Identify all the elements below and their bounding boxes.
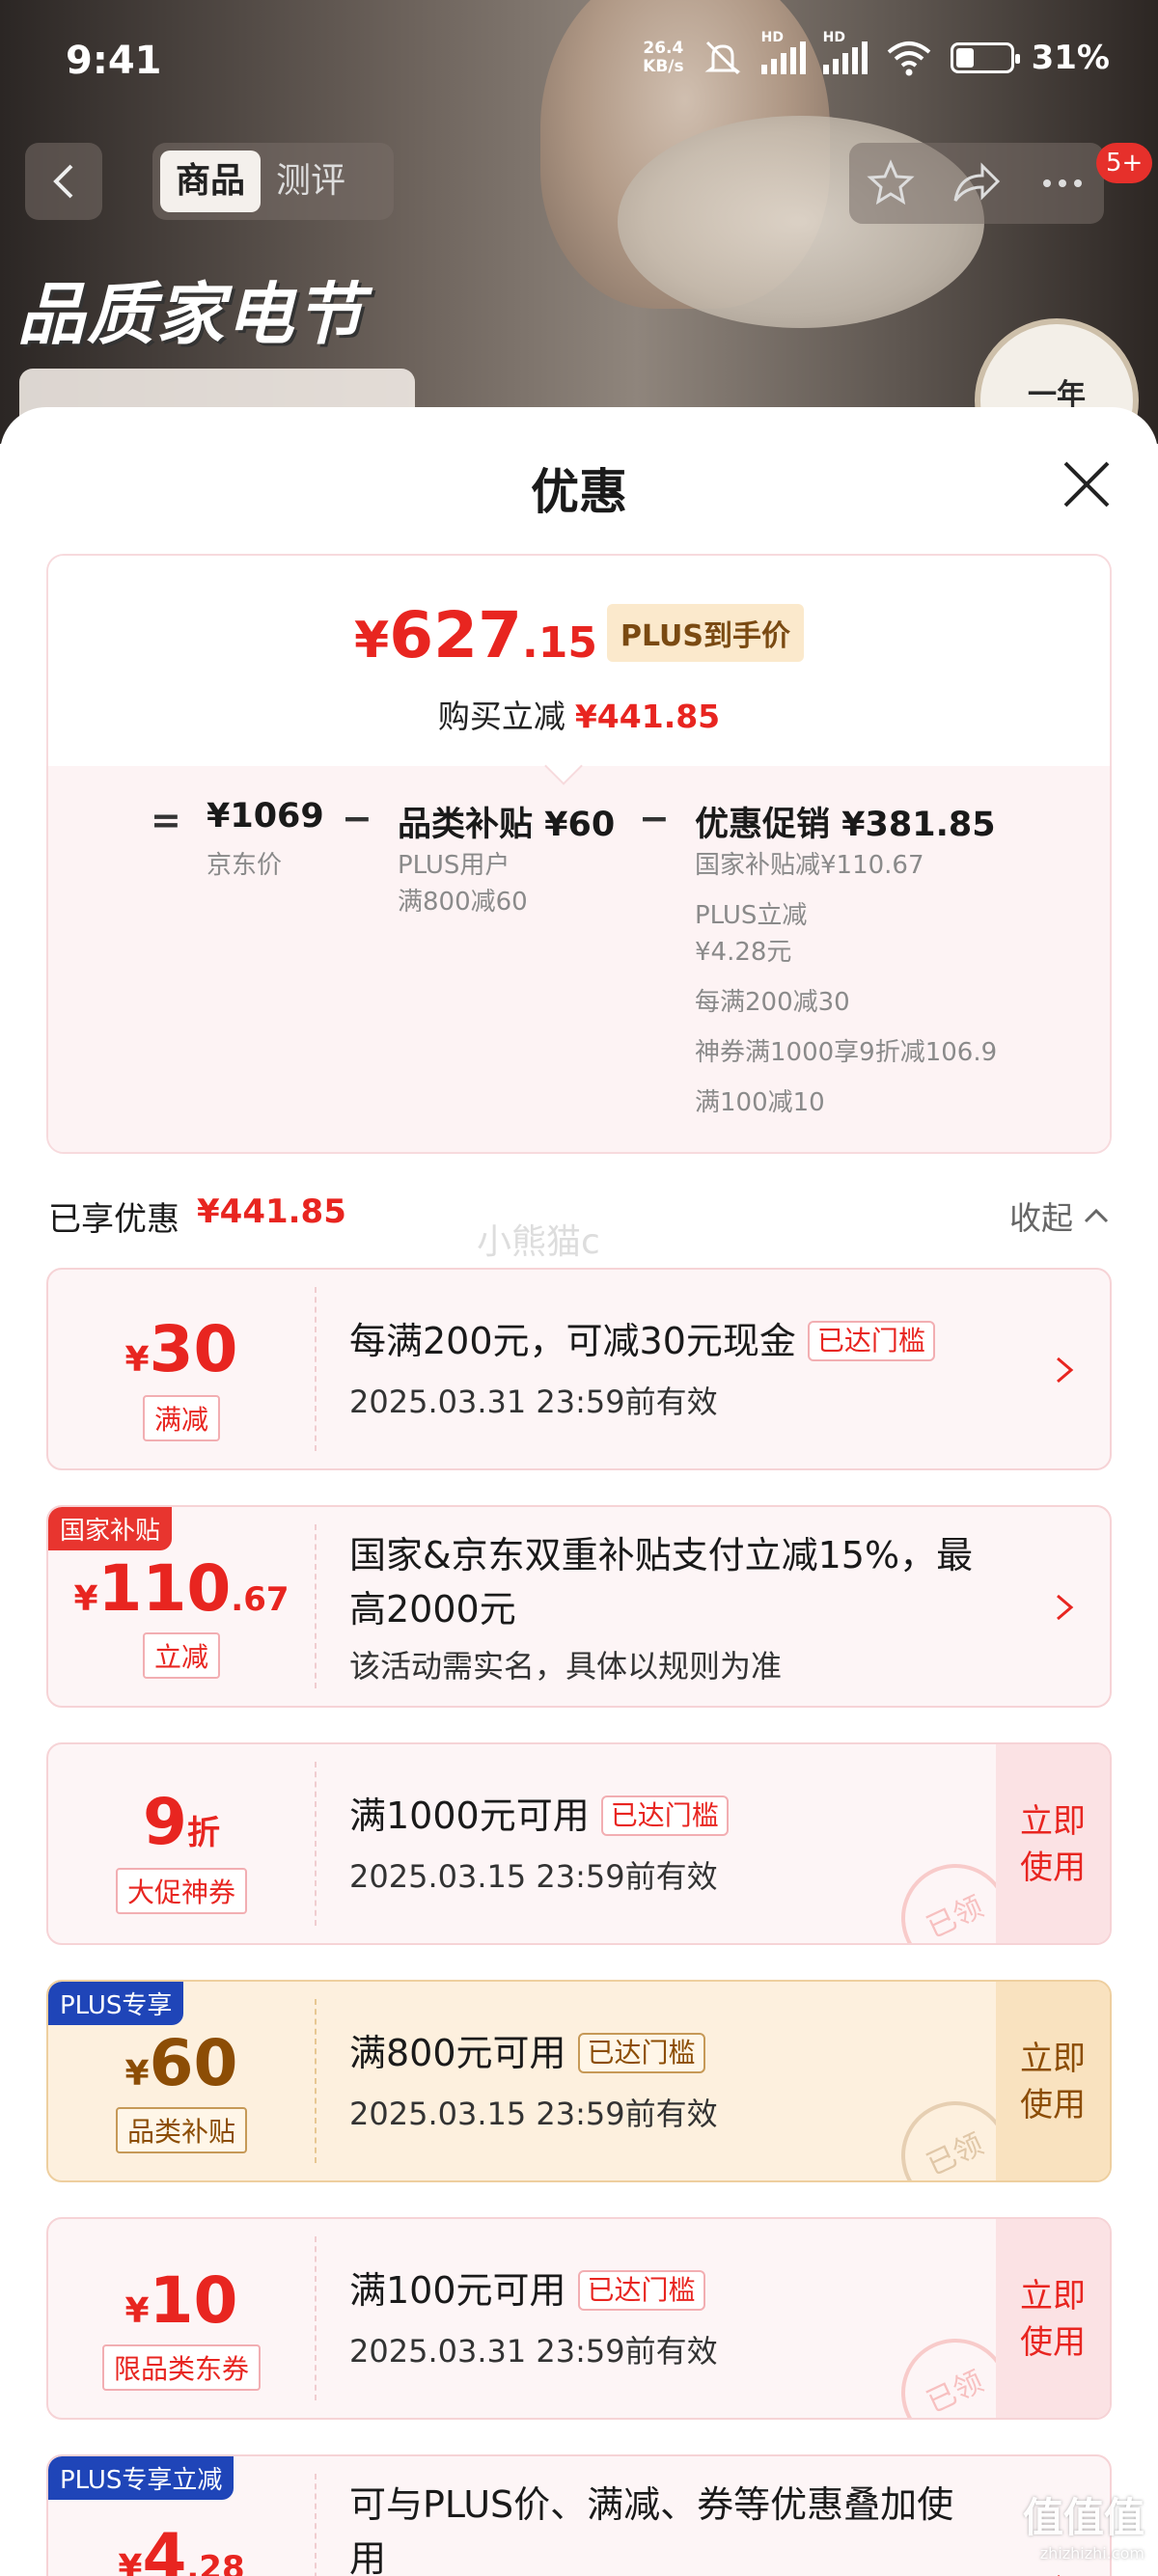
status-time: 9:41 [66,39,162,83]
promo-line: ¥4.28元 [695,938,792,967]
share-icon[interactable] [950,158,1004,208]
coupon-card[interactable]: 国家补贴 ¥110.67 立减 国家&京东双重补贴支付立减15%，最 高2000… [46,1505,1112,1708]
threshold-badge: 已达门槛 [577,2033,705,2073]
minus-sign: − [639,797,670,839]
price-summary-card: ¥627.15 PLUS到手价 购买立减 ¥441.85 = ¥1069 京东价 … [46,554,1112,1154]
discount-sheet: 优惠 ¥627.15 PLUS到手价 购买立减 ¥441.85 = ¥1069 京… [0,407,1158,2576]
promo-total: 优惠促销 ¥381.85 [695,806,996,844]
jd-price-label: 京东价 [207,851,283,880]
close-icon[interactable] [1058,455,1116,513]
tab-review[interactable]: 测评 [261,151,361,212]
use-now-button[interactable]: 立即 使用 [996,1982,1110,2180]
tab-product[interactable]: 商品 [160,151,262,212]
sheet-title: 优惠 [531,464,627,520]
coupon-card[interactable]: PLUS专享立减 ¥4.28 可与PLUS价、满减、券等优惠叠加使 用 [46,2454,1112,2576]
chevron-left-icon [53,164,73,199]
coupon-type-tag: 品类补贴 [115,2107,248,2153]
promo-line: 满100减10 [695,1088,825,1117]
jd-price: ¥1069 [207,797,324,836]
coupon-title: 国家&京东双重补贴支付立减15%，最 高2000元 [349,1534,974,1631]
final-price: ¥627.15 [354,598,597,672]
chevron-right-icon[interactable] [1054,1592,1075,1623]
enjoyed-amount: ¥441.85 [197,1192,346,1231]
more-icon[interactable] [1037,158,1088,208]
chevron-right-icon[interactable] [1054,1355,1075,1385]
threshold-badge: 已达门槛 [600,1795,729,1836]
coupon-amount: ¥4.28 [118,2520,245,2576]
use-now-button[interactable]: 立即 使用 [996,1744,1110,1943]
purchase-reduction: 购买立减 ¥441.85 [437,698,721,735]
minus-sign: − [342,797,372,839]
coupon-title: 满100元可用 已达门槛 [349,2263,705,2317]
final-price-row: ¥627.15 PLUS到手价 [48,598,1110,673]
coupon-amount: 9折 [143,1785,220,1859]
coupon-title: 满1000元可用 已达门槛 [349,1789,729,1843]
coupon-type-tag: 大促神券 [115,1868,248,1914]
promo-line: 神券满1000享9折减106.9 [695,1038,998,1067]
category-subsidy-line: 满800减60 [398,888,528,917]
threshold-badge: 已达门槛 [807,1321,935,1361]
plus-price-tag: PLUS到手价 [606,604,804,662]
coupon-title: 可与PLUS价、满减、券等优惠叠加使 用 [349,2483,954,2576]
promo-line: 国家补贴减¥110.67 [695,851,924,880]
coupon-amount: ¥60 [124,2026,238,2100]
coupon-type-tag: 满减 [142,1395,221,1441]
enjoyed-label: 已享优惠 [48,1200,179,1239]
chevron-right-icon[interactable] [1054,2572,1075,2576]
battery-percent: 31% [1031,39,1110,77]
coupon-amount: ¥30 [124,1312,238,1386]
promo-line: PLUS立减 [695,901,808,930]
collapse-button[interactable]: 收起 [1009,1192,1110,1239]
coupon-amount: ¥10 [124,2263,238,2338]
coupon-title: 满800元可用 已达门槛 [349,2026,705,2080]
site-watermark-logo: 值值值 zhizhizhi.com [1022,2494,1144,2562]
coupon-card[interactable]: 9折 大促神券 满1000元可用 已达门槛 2025.03.15 23:59前有效… [46,1742,1112,1945]
coupon-amount: ¥110.67 [73,1551,290,1626]
battery-icon [950,42,1020,73]
coupon-card[interactable]: ¥10 限品类东券 满100元可用 已达门槛 2025.03.31 23:59前有… [46,2217,1112,2420]
back-button[interactable] [25,143,102,220]
coupon-validity: 2025.03.15 23:59前有效 [349,1858,718,1895]
equals-sign: = [151,799,181,841]
coupon-note: 该活动需实名，具体以规则为准 [349,1648,783,1685]
mute-bell-icon [704,41,741,75]
network-speed: 26.4 KB/s [643,39,684,76]
chevron-up-icon [1084,1208,1109,1223]
coupon-validity: 2025.03.15 23:59前有效 [349,2096,718,2132]
use-now-button[interactable]: 立即 使用 [996,2219,1110,2418]
promo-line: 每满200减30 [695,988,850,1017]
signal-strength-icon-1: HD [760,30,806,74]
star-icon[interactable] [866,158,916,208]
threshold-badge: 已达门槛 [577,2270,705,2311]
status-bar: 9:41 26.4 KB/s HD HD 31% [0,0,1158,130]
watermark: 小熊猫c [477,1222,600,1262]
coupon-validity: 2025.03.31 23:59前有效 [349,2333,718,2370]
coupon-title: 每满200元，可减30元现金 已达门槛 [349,1314,935,1368]
signal-strength-icon-2: HD [822,30,868,74]
header-actions [849,143,1104,224]
status-icons: 26.4 KB/s HD HD 31% [643,30,1110,77]
category-subsidy-line: PLUS用户 [398,851,510,880]
promo-banner-title: 品质家电节 [17,275,365,354]
wifi-icon [887,41,930,76]
category-subsidy: 品类补贴 ¥60 [398,806,616,844]
coupon-card[interactable]: PLUS专享 ¥60 品类补贴 满800元可用 已达门槛 2025.03.15 2… [46,1980,1112,2182]
coupon-card[interactable]: ¥30 满减 每满200元，可减30元现金 已达门槛 2025.03.31 23:… [46,1268,1112,1470]
product-tabs: 商品 测评 [152,143,394,220]
message-count-badge: 5+ [1096,143,1153,183]
coupon-type-tag: 限品类东券 [101,2344,262,2391]
coupon-type-tag: 立减 [142,1632,221,1679]
coupon-validity: 2025.03.31 23:59前有效 [349,1384,718,1420]
